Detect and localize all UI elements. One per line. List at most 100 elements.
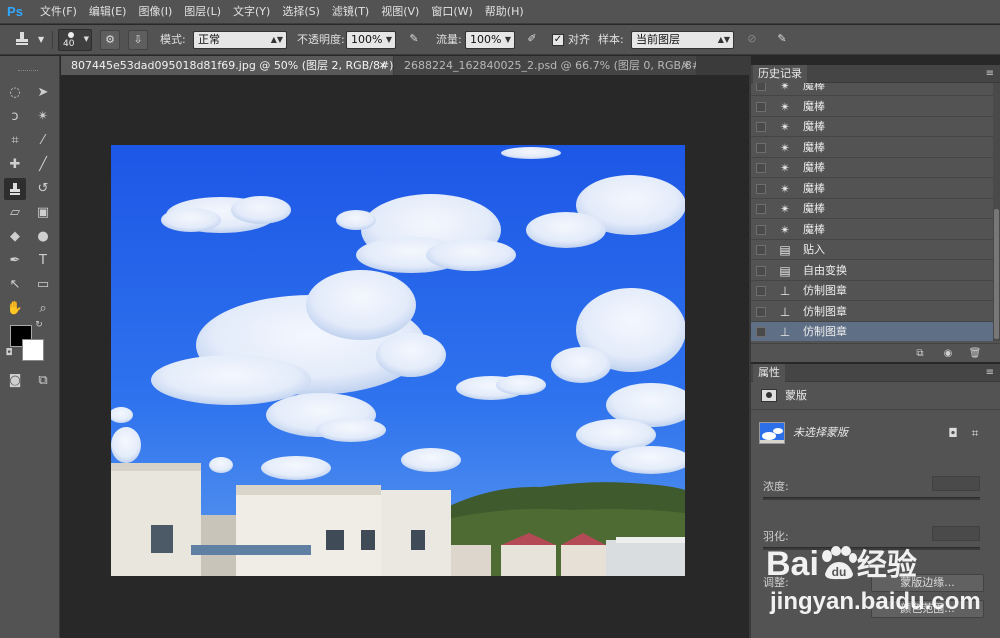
crop-tool-icon[interactable]: ⌗ [4, 130, 26, 152]
gradient-tool-icon[interactable]: ▣ [32, 202, 54, 224]
history-item-checkbox[interactable] [756, 306, 766, 317]
marquee-tool-icon[interactable]: ◌ [4, 82, 26, 104]
menu-filter[interactable]: 滤镜(T) [326, 0, 375, 24]
history-item-checkbox[interactable] [756, 245, 766, 255]
menu-image[interactable]: 图像(I) [132, 0, 178, 24]
pressure-opacity-icon[interactable]: ✎ [404, 30, 424, 50]
eyedropper-tool-icon[interactable]: ⁄ [32, 130, 54, 152]
menu-select[interactable]: 选择(S) [276, 0, 326, 24]
history-item-checkbox[interactable] [756, 224, 766, 235]
airbrush-icon[interactable]: ✐ [522, 30, 542, 50]
add-vector-mask-icon[interactable]: ⌗ [968, 426, 982, 440]
history-item[interactable]: ▤ 自由变换 [751, 261, 993, 281]
photoshop-logo: Ps [7, 4, 23, 19]
history-item-label: 魔棒 [803, 99, 825, 113]
healing-brush-tool-icon[interactable]: ✚ [4, 154, 26, 176]
history-item-checkbox[interactable] [756, 163, 766, 173]
clone-source-panel-icon[interactable]: ⇩ [128, 30, 148, 50]
flow-field[interactable]: 100% ▼ [465, 31, 515, 49]
add-pixel-mask-icon[interactable]: ◘ [946, 426, 960, 440]
layer-thumbnail[interactable] [759, 422, 785, 444]
hand-tool-icon[interactable]: ✋ [4, 298, 26, 320]
history-item[interactable]: ✴ 魔棒 [751, 179, 993, 199]
preset-dropdown-arrow[interactable]: ▼ [38, 30, 44, 50]
density-slider[interactable] [763, 497, 980, 500]
tab-history[interactable]: 历史记录 [753, 65, 807, 83]
panel-menu-icon[interactable]: ≡ [986, 364, 994, 382]
screen-mode-icon[interactable]: ⧉ [32, 370, 54, 392]
tab-document-2[interactable]: 2688224_162840025_2.psd @ 66.7% (图层 0, R… [394, 56, 696, 75]
clone-stamp-tool-preset-icon[interactable] [12, 30, 32, 50]
history-item-checkbox[interactable] [756, 204, 766, 214]
lasso-tool-icon[interactable]: ↄ [4, 106, 26, 128]
history-scrollbar[interactable] [993, 83, 1000, 341]
menu-edit[interactable]: 编辑(E) [83, 0, 133, 24]
history-item[interactable]: ✴ 魔棒 [751, 83, 993, 96]
history-item[interactable]: ✴ 魔棒 [751, 97, 993, 117]
pressure-size-icon[interactable]: ✎ [772, 30, 792, 50]
logo-text-bai: Bai [766, 545, 819, 583]
opacity-field[interactable]: 100% ▼ [346, 31, 396, 49]
history-item-checkbox[interactable] [756, 101, 766, 112]
history-item[interactable]: ✴ 魔棒 [751, 199, 993, 219]
snapshot-camera-icon[interactable]: ◉ [940, 346, 956, 361]
move-tool-icon[interactable]: ➤ [32, 82, 54, 104]
history-item[interactable]: ⊥ 仿制图章 [751, 281, 993, 301]
mode-value: 正常 [198, 33, 220, 46]
document-canvas[interactable] [111, 145, 685, 576]
history-item[interactable]: ▤ 贴入 [751, 240, 993, 260]
menu-file[interactable]: 文件(F) [34, 0, 83, 24]
history-scroll-thumb[interactable] [994, 209, 999, 339]
default-colors-icon[interactable]: ◘ [2, 346, 16, 360]
new-document-from-state-icon[interactable]: ⧉ [912, 346, 928, 361]
history-item-checkbox[interactable] [756, 142, 766, 153]
history-item[interactable]: ✴ 魔棒 [751, 138, 993, 158]
pen-tool-icon[interactable]: ✒ [4, 250, 26, 272]
ignore-adjustment-layers-icon[interactable]: ⊘ [742, 30, 762, 50]
history-item-checkbox[interactable] [756, 265, 766, 276]
clone-stamp-tool-icon[interactable] [4, 178, 26, 200]
history-item[interactable]: ⊥ 仿制图章 [751, 302, 993, 322]
close-icon[interactable]: × [682, 56, 690, 75]
menu-window[interactable]: 窗口(W) [425, 0, 478, 24]
tab-document-1[interactable]: 807445e53dad095018d81f69.jpg @ 50% (图层 2… [61, 56, 393, 75]
clone-stamp-icon: ⊥ [779, 304, 791, 319]
menu-help[interactable]: 帮助(H) [479, 0, 530, 24]
history-item[interactable]: ✴ 魔棒 [751, 220, 993, 240]
quick-mask-icon[interactable]: ◙ [4, 370, 26, 392]
rectangle-tool-icon[interactable]: ▭ [32, 274, 54, 296]
brush-tool-icon[interactable]: ╱ [32, 154, 54, 176]
history-item-checkbox[interactable] [756, 327, 766, 337]
dodge-tool-icon[interactable]: ● [32, 226, 54, 248]
menu-type[interactable]: 文字(Y) [227, 0, 276, 24]
brush-size-picker[interactable]: 40 ▼ [58, 29, 92, 51]
panel-menu-icon[interactable]: ≡ [986, 65, 994, 83]
history-item[interactable]: ✴ 魔棒 [751, 158, 993, 178]
trash-icon[interactable]: 🗑 [967, 346, 983, 361]
background-color-swatch[interactable] [22, 339, 44, 361]
menu-layer[interactable]: 图层(L) [178, 0, 227, 24]
history-item-checkbox[interactable] [756, 83, 766, 91]
history-item-checkbox[interactable] [756, 286, 766, 296]
history-brush-tool-icon[interactable]: ↺ [32, 178, 54, 200]
mode-select[interactable]: 正常 ▲▼ [193, 31, 287, 49]
zoom-tool-icon[interactable]: ⌕ [32, 298, 54, 320]
menu-view[interactable]: 视图(V) [375, 0, 425, 24]
type-tool-icon[interactable]: T [32, 250, 54, 272]
path-selection-tool-icon[interactable]: ↖ [4, 274, 26, 296]
close-icon[interactable]: × [379, 56, 387, 75]
history-item-checkbox[interactable] [756, 183, 766, 194]
blur-tool-icon[interactable]: ◆ [4, 226, 26, 248]
density-field[interactable] [932, 476, 980, 491]
history-item[interactable]: ⊥ 仿制图章 [751, 322, 993, 341]
aligned-checkbox[interactable]: ✓ [552, 34, 564, 46]
tab-properties[interactable]: 属性 [753, 364, 785, 382]
brush-panel-icon[interactable]: ⚙ [100, 30, 120, 50]
history-item[interactable]: ✴ 魔棒 [751, 117, 993, 137]
sample-select[interactable]: 当前图层 ▲▼ [631, 31, 734, 49]
swap-colors-icon[interactable]: ↻ [32, 318, 46, 332]
history-item-checkbox[interactable] [756, 122, 766, 132]
feather-field[interactable] [932, 526, 980, 541]
magic-wand-tool-icon[interactable]: ✴ [32, 106, 54, 128]
eraser-tool-icon[interactable]: ▱ [4, 202, 26, 224]
